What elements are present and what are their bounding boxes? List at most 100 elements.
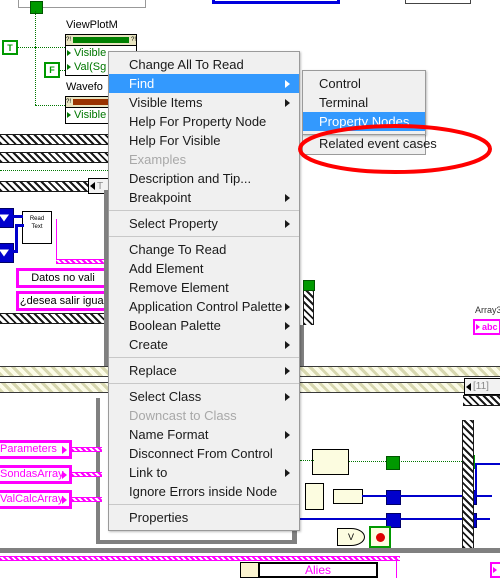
property-node-viewplotm-header: ?! ?! [66, 35, 136, 46]
menu-separator-4 [109, 383, 299, 384]
context-menu[interactable]: Change All To Read Find Visible Items He… [108, 51, 300, 531]
case-prev-arrow-icon-2[interactable] [466, 382, 471, 391]
array3-label: Array3 [475, 305, 500, 315]
menu-item-change-all-to-read[interactable]: Change All To Read [109, 55, 299, 74]
menu-separator-5 [109, 504, 299, 505]
string-constant-1[interactable]: Datos no vali [16, 268, 110, 288]
array3-terminal[interactable]: abc [473, 319, 500, 335]
menu-separator-2 [109, 236, 299, 237]
string-constant-2[interactable]: ¿desea salir igual [16, 291, 110, 311]
menu-separator-3 [109, 357, 299, 358]
case-prev-arrow-icon[interactable] [90, 182, 95, 190]
wire-green-horizontal-6 [349, 461, 462, 462]
alies-tab[interactable] [240, 562, 260, 578]
menu-item-link-to[interactable]: Link to [109, 463, 299, 482]
menu-item-change-to-read[interactable]: Change To Read [109, 240, 299, 259]
menu-item-name-format[interactable]: Name Format [109, 425, 299, 444]
submenu-item-control[interactable]: Control [303, 74, 425, 93]
array-constant-node[interactable] [305, 483, 324, 510]
wire-magenta-horizontal-4 [72, 497, 102, 502]
waveform-label: Wavefo [66, 81, 103, 93]
wire-magenta-vertical-1 [56, 219, 57, 261]
menu-item-find[interactable]: Find [109, 74, 299, 93]
menu-item-downcast-to-class: Downcast to Class [129, 408, 237, 423]
top-right-box [405, 0, 471, 4]
menu-item-select-property[interactable]: Select Property [109, 214, 299, 233]
top-blue-frame [212, 0, 340, 4]
wire-magenta-horizontal-3 [72, 472, 102, 477]
screen: T F ViewPlotM ?! ?! Visible Val(Sg Wavef… [0, 0, 500, 578]
terminal-valcalcarray[interactable]: ValCalcArray [0, 490, 72, 509]
green-terminal-mid[interactable] [303, 280, 315, 291]
property-node-viewplotm-bar [73, 37, 129, 43]
alies-box[interactable]: Alies [258, 562, 378, 578]
menu-separator-1 [109, 210, 299, 211]
terminal-parameters[interactable]: Parameters [0, 440, 72, 459]
wire-magenta-horizontal-2 [72, 447, 102, 452]
wire-blue-1 [11, 215, 23, 218]
bottom-magenta-terminal[interactable] [490, 562, 500, 578]
read-text-line1: Read [29, 216, 45, 222]
wire-magenta-horizontal-1 [56, 259, 108, 264]
stop-icon [375, 532, 385, 542]
green-tunnel-1[interactable] [386, 456, 400, 470]
wire-green-horizontal-2 [35, 105, 65, 106]
wire-green-horizontal-4 [0, 170, 108, 171]
viewplotm-label: ViewPlotM [66, 19, 118, 31]
wire-green-vertical-2 [35, 47, 36, 105]
true-constant-label: T [7, 42, 13, 53]
true-constant[interactable]: T [2, 40, 18, 55]
menu-item-ignore-errors-inside-node[interactable]: Ignore Errors inside Node [109, 482, 299, 501]
menu-item-boolean-palette[interactable]: Boolean Palette [109, 316, 299, 335]
wire-magenta-horizontal-5 [0, 556, 400, 561]
menu-item-help-for-property-node[interactable]: Help For Property Node [109, 112, 299, 131]
menu-item-properties[interactable]: Properties [109, 508, 299, 527]
submenu-item-related-event-cases[interactable]: Related event cases [302, 134, 437, 155]
wire-blue-3 [15, 224, 18, 253]
comparison-node[interactable] [312, 449, 349, 475]
array-index-node-1[interactable] [0, 208, 14, 228]
find-submenu[interactable]: Control Terminal Property Nodes [302, 70, 426, 135]
structure-frame-bottom [96, 540, 296, 544]
menu-item-select-class[interactable]: Select Class [109, 387, 299, 406]
wire-green-horizontal-5 [300, 460, 314, 461]
menu-item-replace[interactable]: Replace [109, 361, 299, 380]
false-constant[interactable]: F [44, 62, 60, 78]
array-index-node-2[interactable] [0, 243, 14, 263]
case-selector-top-value: T [97, 180, 104, 192]
read-text-line2: Text [31, 224, 43, 230]
menu-item-remove-element[interactable]: Remove Element [109, 278, 299, 297]
menu-item-examples: Examples [129, 152, 187, 167]
menu-item-create[interactable]: Create [109, 335, 299, 354]
wire-blue-7 [475, 463, 500, 465]
menu-item-visible-items[interactable]: Visible Items [109, 93, 299, 112]
loop-wall-mid-2 [0, 313, 108, 324]
wire-magenta-vertical-2 [396, 556, 397, 578]
menu-item-breakpoint[interactable]: Breakpoint [109, 188, 299, 207]
loop-wall-vertical-right [303, 285, 314, 325]
structure-frame-left [96, 398, 100, 544]
wire-green-vertical-1 [35, 11, 36, 47]
terminal-sondasarray[interactable]: SondasArray [0, 465, 72, 484]
stop-button-node[interactable] [369, 526, 391, 548]
menu-item-application-control-palette[interactable]: Application Control Palette [109, 297, 299, 316]
false-constant-label: F [49, 65, 55, 75]
structure-frame-bottom-2 [0, 548, 500, 553]
blue-tunnel-1[interactable] [386, 490, 401, 505]
submenu-item-property-nodes[interactable]: Property Nodes [303, 112, 425, 131]
menu-item-description-and-tip[interactable]: Description and Tip... [109, 169, 299, 188]
or-function-node[interactable]: V [337, 528, 365, 546]
or-label: V [347, 532, 354, 542]
submenu-item-terminal[interactable]: Terminal [303, 93, 425, 112]
wire-blue-4 [15, 224, 24, 227]
string-format-node[interactable] [333, 489, 363, 504]
wire-blue-6 [475, 463, 477, 497]
green-terminal-top[interactable] [30, 1, 43, 14]
case-selector-right[interactable]: [11] [464, 378, 500, 395]
menu-item-help-for-visible[interactable]: Help For Visible [109, 131, 299, 150]
read-text-subvi[interactable]: Read Text [22, 211, 52, 244]
loop-wall-far-right [462, 420, 474, 548]
menu-item-add-element[interactable]: Add Element [109, 259, 299, 278]
loop-wall-top-2 [0, 152, 110, 163]
menu-item-disconnect-from-control[interactable]: Disconnect From Control [109, 444, 299, 463]
